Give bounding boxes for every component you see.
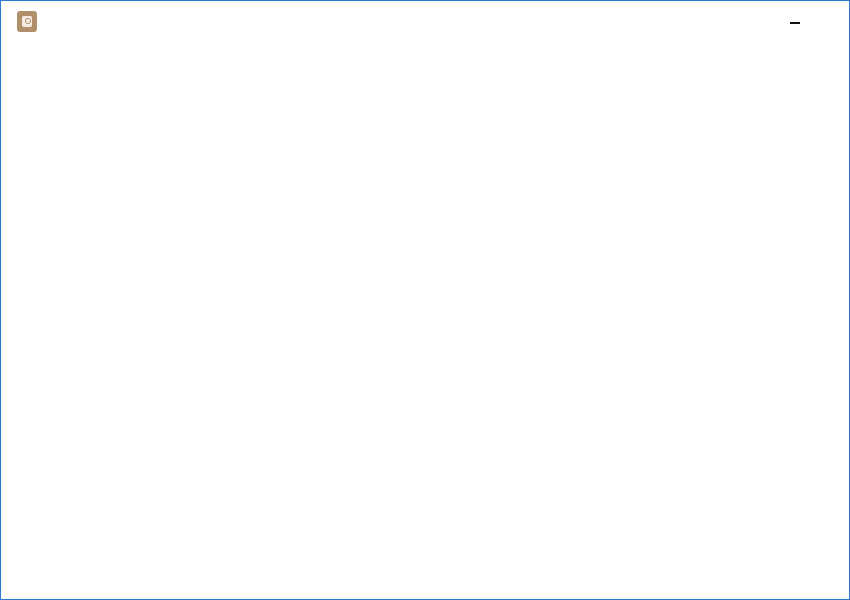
request-app-icon	[17, 11, 37, 32]
maximize-button-wrap	[784, 9, 808, 31]
request-dialog	[0, 0, 850, 600]
